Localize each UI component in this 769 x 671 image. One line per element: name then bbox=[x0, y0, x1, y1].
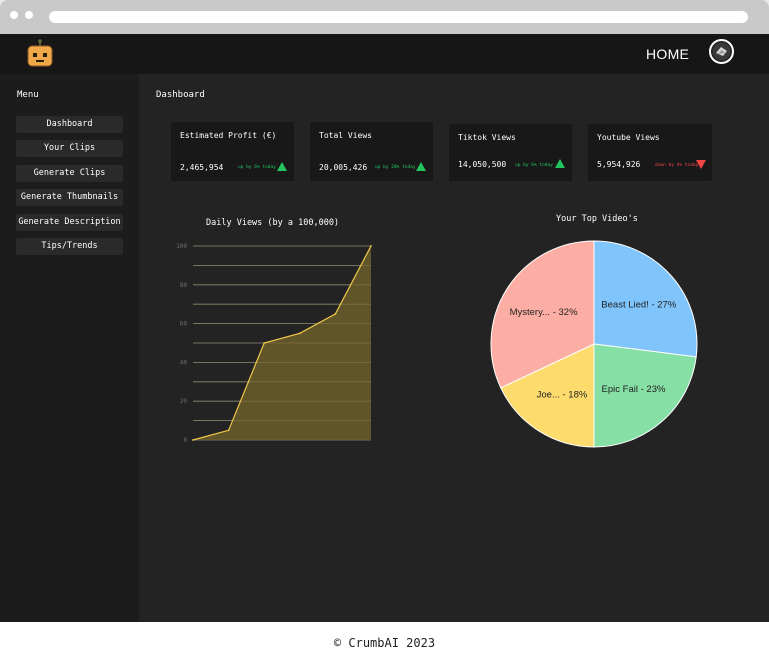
copyright-text: © CrumbAI 2023 bbox=[333, 636, 436, 650]
card-trend: down by 4% today bbox=[655, 163, 699, 168]
y-tick-label: 100 bbox=[176, 243, 187, 250]
footer: © CrumbAI 2023 bbox=[0, 622, 769, 671]
sidebar: Menu Dashboard Your Clips Generate Clips… bbox=[0, 74, 139, 622]
main-content: Dashboard Estimated Profit (€) 2,465,954… bbox=[139, 74, 769, 622]
card-trend: up by 6% today bbox=[238, 165, 276, 170]
sidebar-item-generate-thumbnails[interactable]: Generate Thumbnails bbox=[16, 189, 123, 206]
sidebar-item-tips-trends[interactable]: Tips/Trends bbox=[16, 238, 123, 255]
card-label: Tiktok Views bbox=[458, 133, 516, 142]
card-value: 14,050,500 bbox=[458, 160, 507, 169]
chart-title: Daily Views (by a 100,000) bbox=[206, 218, 340, 228]
trend-down-icon bbox=[696, 160, 706, 169]
nav-home-link[interactable]: HOME bbox=[646, 46, 689, 62]
window-dot bbox=[10, 11, 18, 19]
daily-views-chart: 0 20 40 60 80 100 bbox=[176, 243, 372, 443]
trend-up-icon bbox=[277, 162, 287, 171]
chart-title: Your Top Video's bbox=[556, 214, 638, 224]
data-point bbox=[298, 332, 301, 335]
window-dot bbox=[25, 11, 33, 19]
top-videos-chart: Beast Lied! - 27% Epic Fail - 23% Joe... -… bbox=[490, 240, 698, 448]
data-point bbox=[334, 313, 337, 315]
address-bar[interactable] bbox=[49, 11, 748, 23]
pie-slice bbox=[593, 343, 697, 448]
y-tick-label: 20 bbox=[180, 398, 188, 405]
card-label: Estimated Profit (€) bbox=[180, 131, 277, 140]
stat-card-youtube-views: Youtube Views 5,954,926 down by 4% today bbox=[588, 124, 712, 181]
sidebar-item-your-clips[interactable]: Your Clips bbox=[16, 140, 123, 157]
y-tick-label: 60 bbox=[180, 321, 188, 328]
slice-label: Epic Fail - 23% bbox=[602, 384, 666, 395]
page-title: Dashboard bbox=[156, 90, 205, 100]
slice-label: Joe... - 18% bbox=[537, 389, 588, 400]
trend-up-icon bbox=[555, 159, 565, 168]
user-avatar-icon[interactable] bbox=[709, 39, 734, 64]
card-label: Youtube Views bbox=[597, 133, 660, 142]
y-tick-label: 40 bbox=[180, 359, 188, 366]
y-tick-label: 0 bbox=[183, 437, 187, 443]
stat-card-total-views: Total Views 20,005,426 up by 20% today bbox=[310, 122, 433, 181]
sidebar-title: Menu bbox=[17, 90, 39, 100]
sidebar-item-generate-clips[interactable]: Generate Clips bbox=[16, 165, 123, 182]
card-value: 2,465,954 bbox=[180, 163, 224, 172]
app-header: HOME bbox=[0, 34, 769, 74]
card-value: 5,954,926 bbox=[597, 160, 641, 169]
slice-label: Mystery... - 32% bbox=[510, 307, 578, 318]
stat-card-profit: Estimated Profit (€) 2,465,954 up by 6% … bbox=[171, 122, 294, 181]
data-point bbox=[192, 439, 194, 441]
stat-card-tiktok-views: Tiktok Views 14,050,500 up by 6% today bbox=[449, 124, 572, 181]
card-label: Total Views bbox=[319, 131, 372, 140]
card-trend: up by 6% today bbox=[515, 163, 553, 168]
trend-up-icon bbox=[416, 162, 426, 171]
card-trend: up by 20% today bbox=[375, 165, 416, 170]
browser-chrome bbox=[0, 0, 769, 34]
card-value: 20,005,426 bbox=[319, 163, 368, 172]
sidebar-item-dashboard[interactable]: Dashboard bbox=[16, 116, 123, 133]
data-point bbox=[370, 245, 372, 247]
robot-logo-icon[interactable] bbox=[24, 38, 56, 70]
sidebar-item-generate-description[interactable]: Generate Description bbox=[16, 214, 123, 231]
data-point bbox=[263, 342, 266, 344]
slice-label: Beast Lied! - 27% bbox=[601, 299, 677, 310]
data-point bbox=[227, 429, 230, 432]
y-tick-label: 80 bbox=[180, 282, 188, 289]
